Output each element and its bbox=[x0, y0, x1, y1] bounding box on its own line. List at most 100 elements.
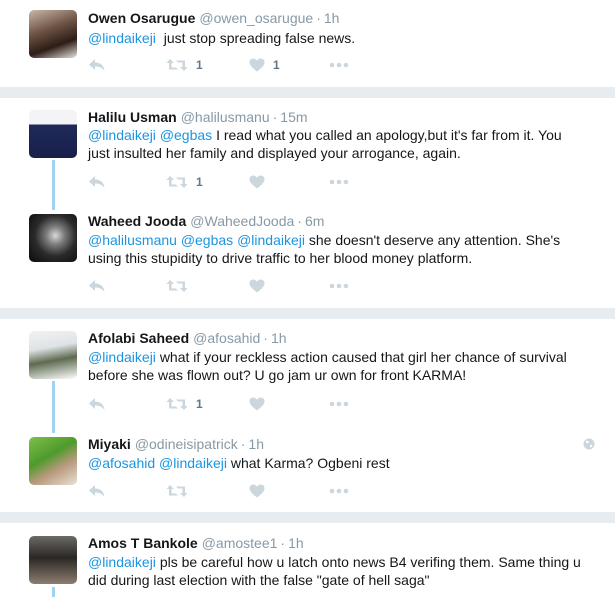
like-count: 1 bbox=[273, 58, 280, 72]
timestamp[interactable]: 1h bbox=[288, 535, 304, 551]
user-handle[interactable]: @amostee1 bbox=[202, 535, 278, 551]
timestamp[interactable]: 6m bbox=[305, 213, 324, 229]
tweet-header: Afolabi Saheed @afosahid · 1h bbox=[88, 329, 287, 347]
mention-link[interactable]: @lindaikeji bbox=[88, 554, 156, 570]
user-name[interactable]: Halilu Usman bbox=[88, 109, 177, 125]
tweet-header: Halilu Usman @halilusmanu · 15m bbox=[88, 108, 308, 126]
reply-button[interactable] bbox=[88, 172, 106, 192]
avatar[interactable] bbox=[29, 110, 77, 158]
conversation-group: Owen Osarugue @owen_osarugue · 1h @lindaike… bbox=[0, 0, 615, 87]
timestamp[interactable]: 1h bbox=[271, 330, 287, 346]
user-handle[interactable]: @owen_osarugue bbox=[199, 10, 313, 26]
retweet-icon bbox=[166, 280, 188, 292]
avatar[interactable] bbox=[29, 437, 77, 485]
mention-link[interactable]: @halilusmanu bbox=[88, 232, 177, 248]
mention-link[interactable]: @afosahid bbox=[88, 455, 155, 471]
user-handle[interactable]: @halilusmanu bbox=[181, 109, 270, 125]
tweet-body: just stop spreading false news. bbox=[163, 30, 356, 46]
tweet-body-line: using this stupidity to drive traffic to… bbox=[88, 250, 473, 266]
separator-dot: · bbox=[240, 436, 246, 452]
retweet-button[interactable]: 1 bbox=[166, 172, 203, 192]
mention-link[interactable]: @egbas bbox=[181, 232, 233, 248]
reply-icon bbox=[89, 280, 105, 292]
mention-link[interactable]: @egbas bbox=[160, 127, 212, 143]
retweet-button[interactable] bbox=[166, 481, 188, 501]
tweet-header: Miyaki @odineisipatrick · 1h bbox=[88, 435, 264, 453]
more-button[interactable] bbox=[329, 394, 349, 414]
tweet-text: @lindaikeji pls be careful how u latch o… bbox=[88, 553, 588, 589]
timeline: Owen Osarugue @owen_osarugue · 1h @lindaike… bbox=[0, 0, 615, 597]
separator-dot: · bbox=[272, 109, 278, 125]
more-icon bbox=[329, 62, 349, 68]
reply-button[interactable] bbox=[88, 276, 106, 296]
user-name[interactable]: Afolabi Saheed bbox=[88, 330, 189, 346]
like-button[interactable] bbox=[249, 394, 265, 414]
tweet-body-line: I read what you called an apology,but it… bbox=[216, 127, 562, 143]
retweet-count: 1 bbox=[196, 175, 203, 189]
more-button[interactable] bbox=[329, 172, 349, 192]
avatar[interactable] bbox=[29, 536, 77, 584]
heart-icon bbox=[249, 58, 265, 72]
user-handle[interactable]: @WaheedJooda bbox=[190, 213, 294, 229]
tweet-body: what Karma? Ogbeni rest bbox=[230, 455, 390, 471]
timestamp[interactable]: 15m bbox=[280, 109, 307, 125]
more-button[interactable] bbox=[329, 55, 349, 75]
reply-icon bbox=[89, 59, 105, 71]
separator-dot: · bbox=[297, 213, 302, 229]
tweet-text: @afosahid @lindaikeji what Karma? Ogbeni… bbox=[88, 454, 588, 472]
more-button[interactable] bbox=[329, 481, 349, 501]
mention-link[interactable]: @lindaikeji bbox=[88, 349, 156, 365]
retweet-count: 1 bbox=[196, 58, 203, 72]
conversation-group: Afolabi Saheed @afosahid · 1h @lindaikeji w… bbox=[0, 319, 615, 512]
retweet-button[interactable] bbox=[166, 276, 188, 296]
tweet-actions bbox=[88, 276, 388, 296]
avatar[interactable] bbox=[29, 331, 77, 379]
retweet-icon bbox=[166, 485, 188, 497]
mention-link[interactable]: @lindaikeji bbox=[159, 455, 227, 471]
retweet-button[interactable]: 1 bbox=[166, 55, 203, 75]
more-icon bbox=[329, 488, 349, 494]
like-button[interactable]: 1 bbox=[249, 55, 280, 75]
mention-link[interactable]: @lindaikeji bbox=[88, 127, 156, 143]
user-name[interactable]: Waheed Jooda bbox=[88, 213, 186, 229]
avatar[interactable] bbox=[29, 10, 77, 58]
tweet-body-line: she doesn't deserve any attention. She's bbox=[308, 232, 561, 248]
more-icon bbox=[329, 283, 349, 289]
tweet-body-line: just insulted her family and displayed y… bbox=[88, 145, 461, 161]
more-icon bbox=[329, 179, 349, 185]
like-button[interactable] bbox=[249, 276, 265, 296]
tweet-text: @halilusmanu @egbas @lindaikeji she does… bbox=[88, 231, 588, 267]
reply-button[interactable] bbox=[88, 481, 106, 501]
like-button[interactable] bbox=[249, 172, 265, 192]
mention-link[interactable]: @lindaikeji bbox=[237, 232, 305, 248]
timestamp[interactable]: 1h bbox=[324, 10, 340, 26]
retweet-icon bbox=[166, 176, 188, 188]
heart-icon bbox=[249, 175, 265, 189]
timestamp[interactable]: 1h bbox=[248, 436, 264, 452]
tweet-body-line: before she was flown out? U go jam ur ow… bbox=[88, 367, 467, 383]
user-name[interactable]: Owen Osarugue bbox=[88, 10, 195, 26]
reply-icon bbox=[89, 485, 105, 497]
reply-button[interactable] bbox=[88, 55, 106, 75]
more-icon bbox=[329, 401, 349, 407]
tweet-actions: 1 1 bbox=[88, 55, 388, 75]
reply-button[interactable] bbox=[88, 394, 106, 414]
user-handle[interactable]: @afosahid bbox=[193, 330, 260, 346]
tweet-actions: 1 bbox=[88, 172, 388, 192]
like-button[interactable] bbox=[249, 481, 265, 501]
thread-line bbox=[52, 587, 55, 597]
tweet-actions: 1 bbox=[88, 394, 388, 414]
retweet-icon bbox=[166, 398, 188, 410]
user-name[interactable]: Miyaki bbox=[88, 436, 131, 452]
more-button[interactable] bbox=[329, 276, 349, 296]
avatar[interactable] bbox=[29, 214, 77, 262]
tweet-text: @lindaikeji just stop spreading false ne… bbox=[88, 29, 588, 47]
tweet-actions bbox=[88, 481, 388, 501]
heart-icon bbox=[249, 279, 265, 293]
thread-line bbox=[52, 381, 55, 433]
user-name[interactable]: Amos T Bankole bbox=[88, 535, 198, 551]
mention-link[interactable]: @lindaikeji bbox=[88, 30, 156, 46]
retweet-button[interactable]: 1 bbox=[166, 394, 203, 414]
conversation-group: Amos T Bankole @amostee1 · 1h @lindaikeji p… bbox=[0, 523, 615, 597]
user-handle[interactable]: @odineisipatrick bbox=[135, 436, 238, 452]
